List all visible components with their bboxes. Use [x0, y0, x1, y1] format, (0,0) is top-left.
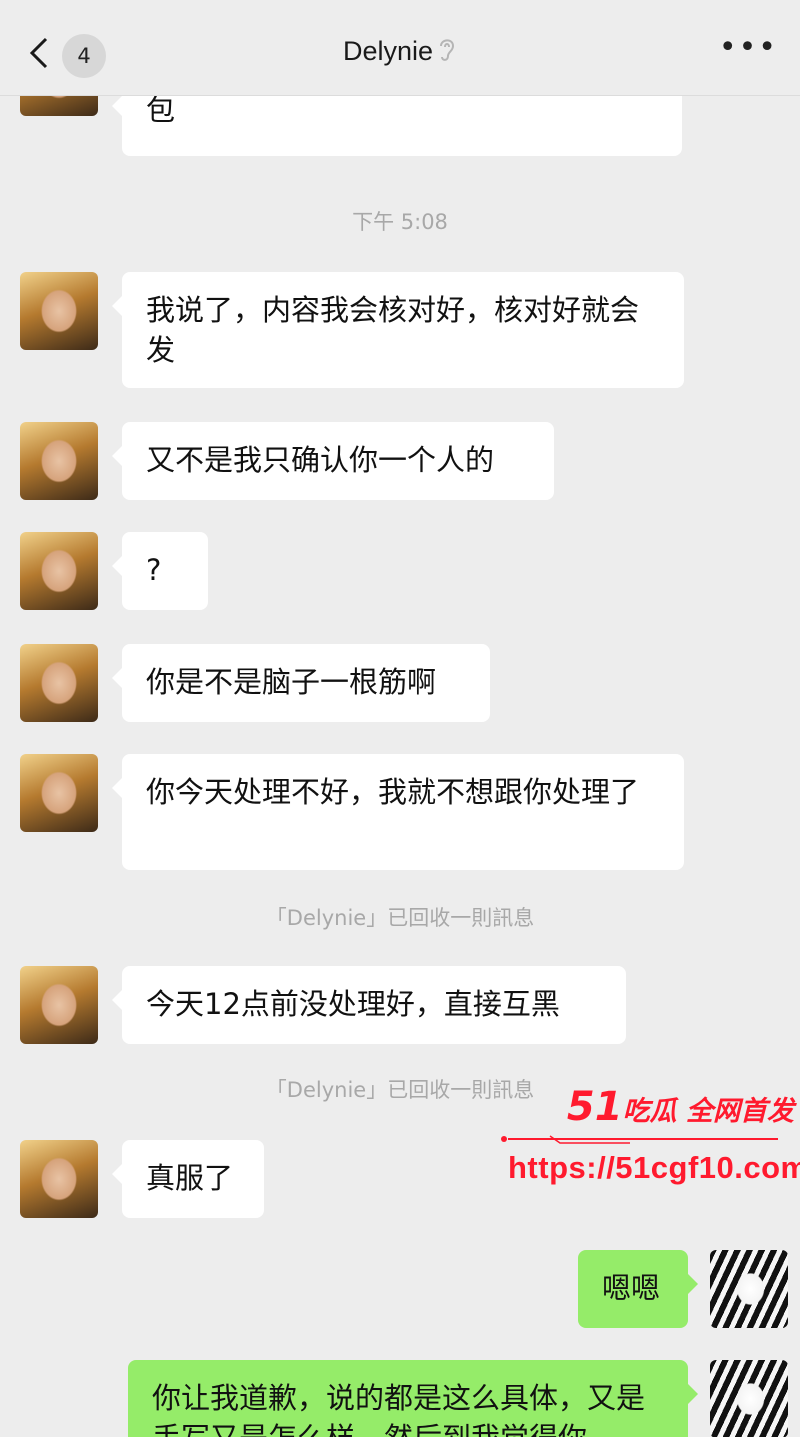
message-bubble[interactable]: 我说了，内容我会核对好，核对好就会发	[112, 272, 684, 388]
timestamp-divider: 下午 5:08	[352, 210, 448, 234]
contact-avatar[interactable]	[20, 644, 98, 722]
contact-avatar[interactable]	[20, 272, 98, 350]
watermark-number: 51	[566, 1084, 623, 1130]
watermark-line-graphic	[501, 1135, 778, 1144]
contact-avatar[interactable]	[20, 754, 98, 832]
ear-icon	[437, 36, 457, 71]
chat-title[interactable]: Delynie	[0, 36, 800, 71]
watermark-brand: 51吃瓜 全网首发	[567, 1084, 794, 1130]
chat-header: 4 Delynie •••	[0, 0, 800, 96]
contact-avatar[interactable]	[20, 532, 98, 610]
message-bubble[interactable]: 今天12点前没处理好，直接互黑	[112, 966, 626, 1044]
watermark-brand-text: 吃瓜 全网首发	[622, 1096, 794, 1127]
contact-name: Delynie	[342, 36, 434, 66]
message-bubble[interactable]: 你是不是脑子一根筋啊	[112, 644, 490, 722]
contact-avatar[interactable]	[20, 966, 98, 1044]
watermark-url: https://51cgf10.com	[508, 1150, 800, 1185]
message-bubble[interactable]: 你让我道歉，说的都是这么具体，又是手写又是怎么样，然后到我觉得你	[128, 1360, 698, 1437]
message-bubble[interactable]: 又不是我只确认你一个人的	[112, 422, 554, 500]
message-bubble[interactable]: 真服了	[112, 1140, 264, 1218]
contact-avatar[interactable]	[20, 1140, 98, 1218]
self-avatar[interactable]	[710, 1250, 788, 1328]
contact-avatar[interactable]	[20, 422, 98, 500]
message-bubble[interactable]: 嗯嗯	[578, 1250, 698, 1328]
message-bubble[interactable]: 你今天处理不好，我就不想跟你处理了	[112, 754, 684, 870]
watermark: 51吃瓜 全网首发 https://51cgf10.com	[496, 1084, 800, 1194]
message-bubble[interactable]: ?	[112, 532, 208, 610]
more-options-button[interactable]: •••	[719, 33, 778, 63]
recall-notice: 「Delynie」已回收一則訊息	[265, 906, 535, 930]
self-avatar[interactable]	[710, 1360, 788, 1437]
